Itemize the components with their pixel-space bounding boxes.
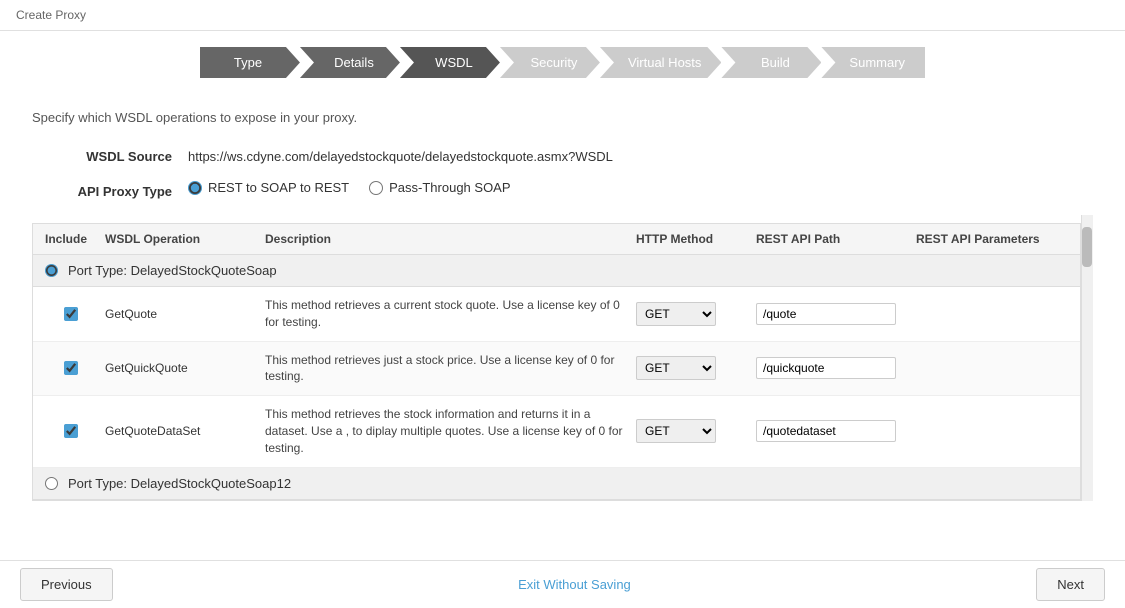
footer: Previous Exit Without Saving Next <box>0 560 1125 608</box>
table-header: Include WSDL Operation Description HTTP … <box>33 224 1080 255</box>
header-include: Include <box>41 230 101 248</box>
main-content: Specify which WSDL operations to expose … <box>0 94 1125 517</box>
op2-checkbox-cell[interactable] <box>41 359 101 377</box>
port-type-1-row[interactable]: Port Type: DelayedStockQuoteSoap <box>33 255 1080 287</box>
op2-method-select[interactable]: GET POST PUT DELETE <box>636 356 716 380</box>
op3-checkbox-cell[interactable] <box>41 422 101 440</box>
op1-path-input[interactable] <box>756 303 896 325</box>
step-type[interactable]: Type <box>200 47 300 78</box>
op1-method-select[interactable]: GET POST PUT DELETE <box>636 302 716 326</box>
op3-desc: This method retrieves the stock informat… <box>261 404 632 458</box>
footer-center: Exit Without Saving <box>113 577 1037 592</box>
exit-without-saving-button[interactable]: Exit Without Saving <box>518 577 631 592</box>
scrollbar[interactable] <box>1081 215 1093 501</box>
wsdl-source-row: WSDL Source https://ws.cdyne.com/delayed… <box>32 145 1093 164</box>
op1-name: GetQuote <box>101 305 261 323</box>
table-wrapper: Include WSDL Operation Description HTTP … <box>32 215 1093 501</box>
op1-checkbox-cell[interactable] <box>41 305 101 323</box>
subtitle: Specify which WSDL operations to expose … <box>32 110 1093 125</box>
header-description: Description <box>261 230 632 248</box>
header-params: REST API Parameters <box>912 230 1072 248</box>
step-details-label[interactable]: Details <box>300 47 400 78</box>
table-row: GetQuote This method retrieves a current… <box>33 287 1080 342</box>
api-proxy-type-label: API Proxy Type <box>32 180 172 199</box>
op2-desc: This method retrieves just a stock price… <box>261 350 632 388</box>
port-type-1-label: Port Type: DelayedStockQuoteSoap <box>68 263 277 278</box>
api-proxy-type-row: API Proxy Type REST to SOAP to REST Pass… <box>32 180 1093 199</box>
radio-passthrough-label: Pass-Through SOAP <box>389 180 510 195</box>
step-build[interactable]: Build <box>721 47 821 78</box>
op3-method-select[interactable]: GET POST PUT DELETE <box>636 419 716 443</box>
op3-path-input[interactable] <box>756 420 896 442</box>
step-details[interactable]: Details <box>300 47 400 78</box>
scrollbar-thumb[interactable] <box>1082 227 1092 267</box>
step-virtual-hosts[interactable]: Virtual Hosts <box>600 47 721 78</box>
next-button[interactable]: Next <box>1036 568 1105 601</box>
wsdl-source-label: WSDL Source <box>32 145 172 164</box>
header-path: REST API Path <box>752 230 912 248</box>
radio-rest-input[interactable] <box>188 181 202 195</box>
port-type-1-radio[interactable] <box>45 264 58 277</box>
radio-passthrough-option[interactable]: Pass-Through SOAP <box>369 180 510 195</box>
op3-checkbox[interactable] <box>64 424 78 438</box>
previous-button[interactable]: Previous <box>20 568 113 601</box>
wsdl-source-value: https://ws.cdyne.com/delayedstockquote/d… <box>188 145 613 164</box>
op2-method-cell[interactable]: GET POST PUT DELETE <box>632 354 752 382</box>
port-type-2-radio[interactable] <box>45 477 58 490</box>
radio-passthrough-input[interactable] <box>369 181 383 195</box>
op3-name: GetQuoteDataSet <box>101 422 261 440</box>
port-type-2-row[interactable]: Port Type: DelayedStockQuoteSoap12 <box>33 468 1080 500</box>
header-operation: WSDL Operation <box>101 230 261 248</box>
op1-desc: This method retrieves a current stock qu… <box>261 295 632 333</box>
step-summary-label[interactable]: Summary <box>821 47 925 78</box>
step-wsdl-label[interactable]: WSDL <box>400 47 500 78</box>
op3-params <box>912 429 1072 433</box>
header-method: HTTP Method <box>632 230 752 248</box>
step-summary[interactable]: Summary <box>821 47 925 78</box>
op2-path-cell[interactable] <box>752 355 912 381</box>
step-wsdl[interactable]: WSDL <box>400 47 500 78</box>
step-security[interactable]: Security <box>500 47 600 78</box>
proxy-type-radio-group: REST to SOAP to REST Pass-Through SOAP <box>188 180 511 195</box>
op2-path-input[interactable] <box>756 357 896 379</box>
port-type-2-label: Port Type: DelayedStockQuoteSoap12 <box>68 476 291 491</box>
op1-checkbox[interactable] <box>64 307 78 321</box>
step-security-label[interactable]: Security <box>500 47 600 78</box>
wizard-steps: Type Details WSDL Security Virtual Hosts… <box>0 31 1125 94</box>
operations-table: Include WSDL Operation Description HTTP … <box>32 223 1081 501</box>
radio-rest-option[interactable]: REST to SOAP to REST <box>188 180 349 195</box>
op2-name: GetQuickQuote <box>101 359 261 377</box>
op3-path-cell[interactable] <box>752 418 912 444</box>
radio-rest-label: REST to SOAP to REST <box>208 180 349 195</box>
step-build-label[interactable]: Build <box>721 47 821 78</box>
op2-params <box>912 366 1072 370</box>
step-virtual-hosts-label[interactable]: Virtual Hosts <box>600 47 721 78</box>
top-bar: Create Proxy <box>0 0 1125 31</box>
op3-method-cell[interactable]: GET POST PUT DELETE <box>632 417 752 445</box>
step-type-label[interactable]: Type <box>200 47 300 78</box>
op1-method-cell[interactable]: GET POST PUT DELETE <box>632 300 752 328</box>
op1-params <box>912 312 1072 316</box>
table-row: GetQuickQuote This method retrieves just… <box>33 342 1080 397</box>
table-row: GetQuoteDataSet This method retrieves th… <box>33 396 1080 467</box>
app-title: Create Proxy <box>16 8 86 22</box>
op1-path-cell[interactable] <box>752 301 912 327</box>
op2-checkbox[interactable] <box>64 361 78 375</box>
